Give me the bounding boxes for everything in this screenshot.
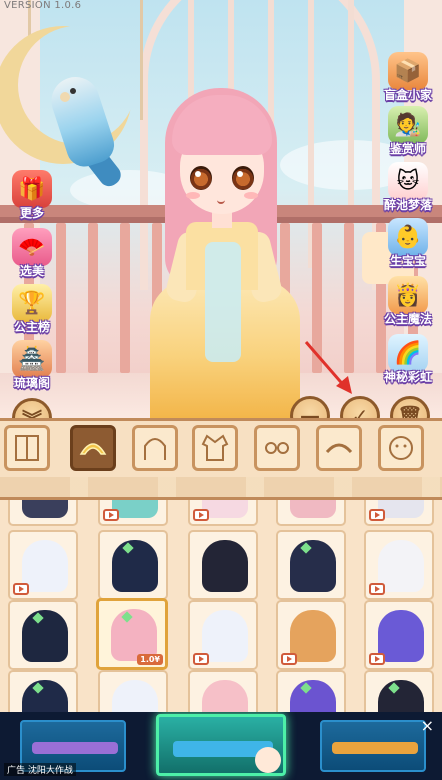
- toy-gun-icon: [332, 742, 418, 754]
- version-label: VERSION 1.0.6: [4, 0, 82, 11]
- menu-label: 公主榜: [13, 320, 50, 334]
- ad-card-featured[interactable]: [156, 714, 286, 776]
- hair-item[interactable]: [276, 600, 346, 670]
- close-icon[interactable]: ×: [421, 716, 434, 735]
- cat-icon: 🐱: [388, 162, 428, 200]
- hair-item[interactable]: [188, 500, 258, 526]
- menu-baby-button[interactable]: 👶 生宝宝: [378, 218, 438, 276]
- tab-face[interactable]: [378, 425, 424, 471]
- tab-hair-back[interactable]: [132, 425, 178, 471]
- ad-label: 广告 沈阳大作战: [4, 763, 76, 776]
- hair-item[interactable]: [364, 670, 434, 712]
- pavilion-icon: 🏯: [12, 340, 52, 378]
- podium-icon: 🏆: [12, 284, 52, 322]
- baby-icon: 👶: [388, 218, 428, 256]
- tab-hair-front[interactable]: [70, 425, 116, 471]
- game-scene: [0, 0, 442, 418]
- menu-label: 琉璃阁: [13, 376, 50, 390]
- video-ad-icon: [369, 509, 385, 521]
- hair-item[interactable]: [8, 530, 78, 600]
- menu-label: 生宝宝: [389, 254, 426, 268]
- menu-princess-magic-button[interactable]: 👸 公主魔法: [378, 276, 438, 334]
- appraiser-icon: 🧑‍🎨: [388, 106, 428, 144]
- hair-item[interactable]: [98, 530, 168, 600]
- toy-gun-icon: [32, 742, 118, 754]
- tab-background[interactable]: [4, 425, 50, 471]
- tabbar-divider: [0, 477, 442, 497]
- parrot-beak: [60, 92, 70, 102]
- menu-rainbow-button[interactable]: 🌈 神秘彩虹: [378, 334, 438, 392]
- hair-item[interactable]: [276, 500, 346, 526]
- tab-eyes[interactable]: [254, 425, 300, 471]
- swing-rope: [140, 0, 143, 120]
- menu-label: 公主魔法: [383, 312, 432, 326]
- menu-blindbox-button[interactable]: 📦 盲盒小家: [378, 52, 438, 110]
- menu-beauty-contest-button[interactable]: 🪭 选美: [2, 228, 62, 286]
- hair-item[interactable]: [188, 530, 258, 600]
- menu-label: 更多: [19, 206, 44, 220]
- video-ad-icon: [369, 653, 385, 665]
- menu-princess-rank-button[interactable]: 🏆 公主榜: [2, 284, 62, 342]
- robe-icon: [201, 434, 229, 461]
- parrot-eye: [70, 88, 76, 94]
- menu-more-button[interactable]: 🎁 更多: [2, 170, 62, 228]
- hair-item-selected[interactable]: 1.0¥: [96, 598, 168, 670]
- ad-card[interactable]: [320, 720, 426, 772]
- bangs-icon: [79, 443, 107, 455]
- character-eye-left: [190, 166, 212, 190]
- hair-item[interactable]: [364, 530, 434, 600]
- character-blush: [244, 192, 258, 199]
- menu-pavilion-button[interactable]: 🏯 琉璃阁: [2, 340, 62, 398]
- video-ad-icon: [103, 509, 119, 521]
- magic-icon: 👸: [388, 276, 428, 314]
- hair-item[interactable]: [276, 670, 346, 712]
- hair-item[interactable]: [276, 530, 346, 600]
- price-badge: 1.0¥: [137, 654, 163, 665]
- video-ad-icon: [13, 583, 29, 595]
- video-ad-icon: [281, 653, 297, 665]
- tutorial-arrow-icon: [304, 341, 352, 394]
- menu-label: 盲盒小家: [383, 88, 432, 102]
- character-neck: [212, 212, 232, 228]
- character-sash: [205, 242, 241, 362]
- gift-icon: 🎁: [12, 170, 52, 208]
- hair-item[interactable]: [188, 670, 258, 712]
- blindbox-icon: 📦: [388, 52, 428, 90]
- eyebrow-icon: [325, 443, 353, 454]
- rainbow-icon: 🌈: [388, 334, 428, 372]
- tab-outfit[interactable]: [192, 425, 238, 471]
- hand-pointer-icon: [255, 747, 281, 773]
- character-blush: [186, 192, 200, 199]
- ad-banner[interactable]: 广告 沈阳大作战 ×: [0, 712, 442, 780]
- menu-label: 醉池梦落: [383, 198, 432, 212]
- eyes-icon: [265, 442, 289, 454]
- hair-item[interactable]: [364, 500, 434, 526]
- menu-label: 选美: [19, 264, 44, 278]
- video-ad-icon: [369, 583, 385, 595]
- character-eye-right: [232, 166, 254, 190]
- item-grid: 1.0¥: [0, 500, 442, 712]
- hair-item[interactable]: [8, 600, 78, 670]
- category-tabbar: [0, 418, 442, 500]
- menu-appraiser-button[interactable]: 🧑‍🎨 鉴赏师: [378, 106, 438, 164]
- tab-eyebrows[interactable]: [316, 425, 362, 471]
- hair-item[interactable]: [98, 670, 168, 712]
- hair-item[interactable]: [188, 600, 258, 670]
- hair-item[interactable]: [8, 500, 78, 526]
- door-icon: [15, 435, 39, 461]
- hair-icon: [144, 438, 166, 460]
- fan-icon: 🪭: [12, 228, 52, 266]
- video-ad-icon: [193, 653, 209, 665]
- face-icon: [389, 436, 413, 460]
- hair-item[interactable]: [364, 600, 434, 670]
- hair-item[interactable]: [98, 500, 168, 526]
- menu-dream-pool-button[interactable]: 🐱 醉池梦落: [378, 162, 438, 220]
- hair-item[interactable]: [8, 670, 78, 712]
- video-ad-icon: [193, 509, 209, 521]
- menu-label: 鉴赏师: [389, 142, 426, 156]
- menu-label: 神秘彩虹: [383, 370, 432, 384]
